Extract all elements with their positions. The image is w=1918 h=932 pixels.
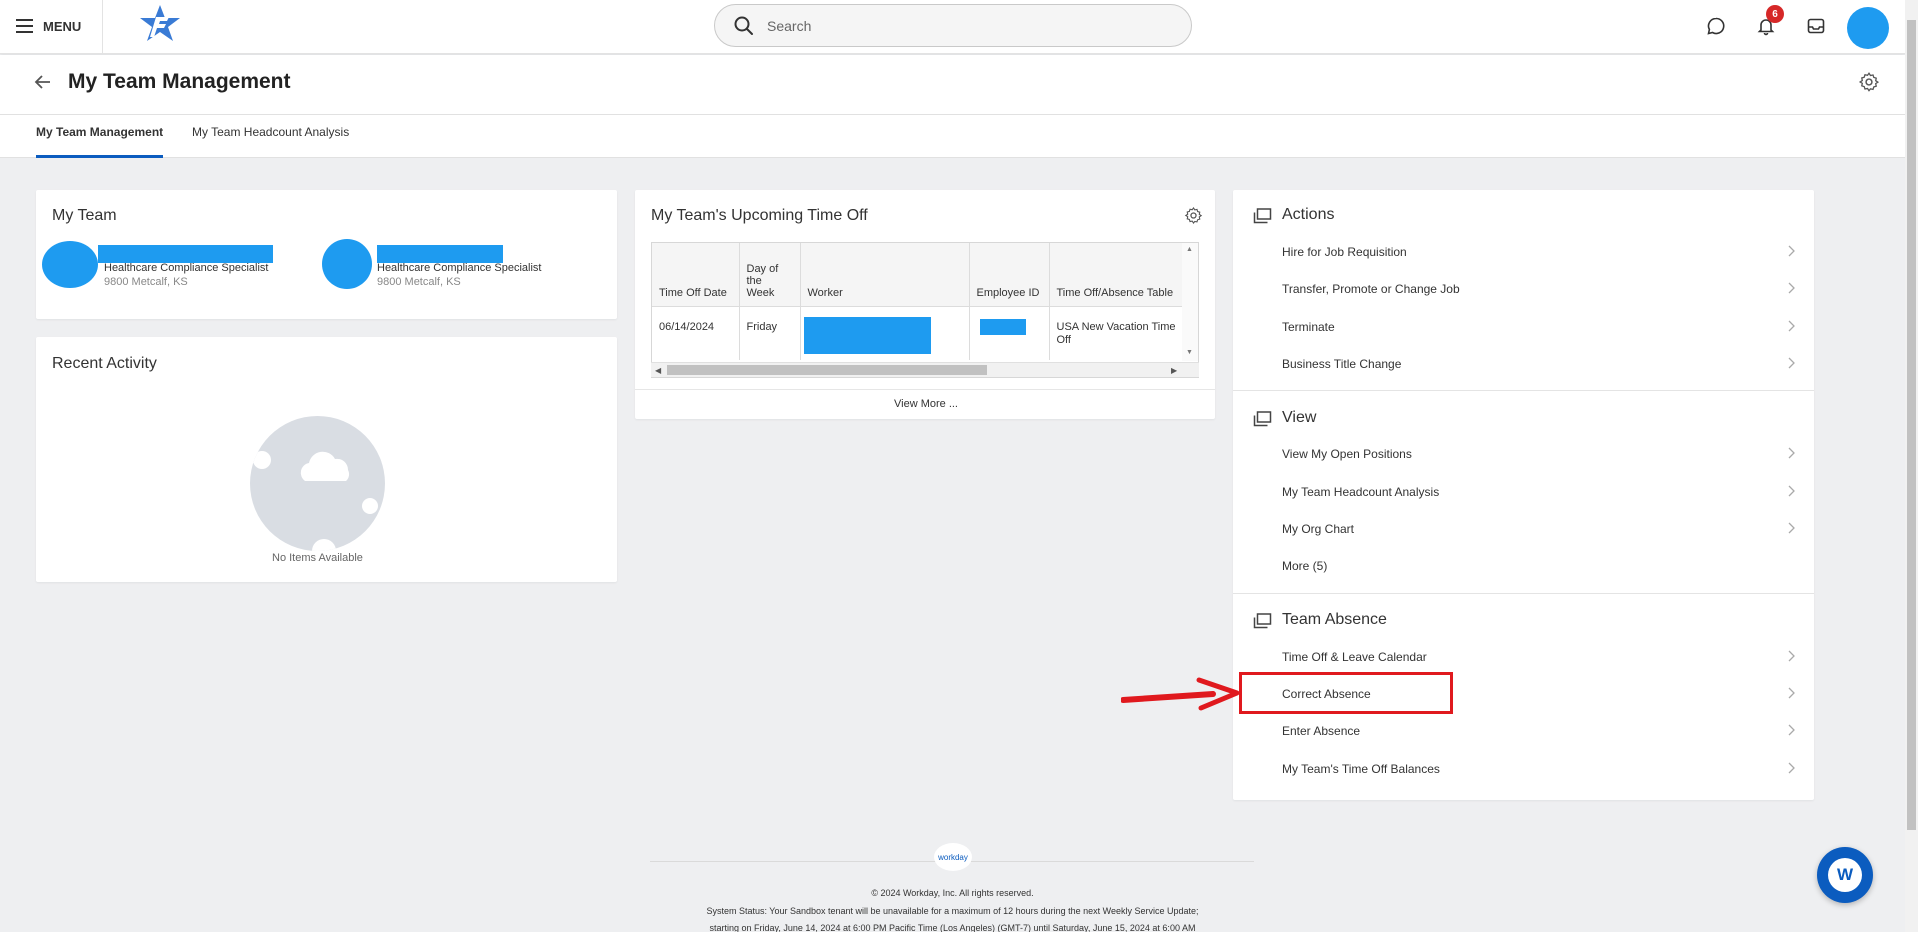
action-label: Transfer, Promote or Change Job (1282, 282, 1460, 296)
chevron-right-icon (1788, 650, 1795, 662)
action-label: More (5) (1282, 559, 1328, 573)
table-row: 06/14/2024 Friday USA New Vacation Time … (652, 306, 1195, 360)
search-input[interactable] (767, 17, 1167, 34)
chevron-right-icon (1788, 724, 1795, 736)
inbox-icon[interactable] (1803, 13, 1829, 39)
chevron-right-icon (1788, 522, 1795, 534)
settings-gear-icon[interactable] (1858, 71, 1880, 93)
more-link[interactable]: More (5) (1282, 554, 1796, 578)
action-label: My Org Chart (1282, 522, 1355, 536)
system-status-text-line2: starting on Friday, June 14, 2024 at 6:0… (709, 923, 1196, 932)
action-label: Business Title Change (1282, 357, 1402, 371)
related-actions-icon (1253, 613, 1272, 629)
action-label: Hire for Job Requisition (1282, 245, 1407, 259)
notification-badge: 6 (1766, 5, 1784, 23)
empty-state-cloud-icon (250, 416, 385, 551)
member-avatar (42, 241, 98, 288)
chevron-right-icon (1788, 320, 1795, 332)
my-team-headcount-analysis-link[interactable]: My Team Headcount Analysis (1282, 480, 1796, 504)
divider (102, 0, 103, 54)
my-team-card: My Team Healthcare Compliance Specialist… (36, 190, 617, 319)
related-actions-icon (1253, 208, 1272, 224)
member-avatar (322, 239, 372, 289)
chat-icon[interactable] (1703, 13, 1729, 39)
search-bar[interactable] (714, 4, 1192, 47)
actions-section-title: Actions (1282, 206, 1335, 223)
chevron-right-icon (1788, 485, 1795, 497)
table-horizontal-scrollbar[interactable]: ◀ ▶ (651, 362, 1199, 377)
menu-button[interactable]: MENU (16, 14, 81, 38)
action-label: Time Off & Leave Calendar (1282, 650, 1427, 664)
empty-state-text: No Items Available (272, 552, 363, 564)
company-logo[interactable] (136, 3, 184, 43)
member-name-redacted (98, 245, 273, 263)
view-more-link[interactable]: View More ... (894, 398, 958, 410)
action-label: Terminate (1282, 320, 1335, 334)
top-bar: MENU 6 (0, 0, 1905, 54)
vertical-scrollbar[interactable] (1905, 0, 1918, 932)
workday-w-icon: W (1828, 858, 1862, 892)
my-teams-time-off-balances-link[interactable]: My Team's Time Off Balances (1282, 757, 1796, 781)
back-arrow-icon[interactable] (32, 71, 54, 93)
chevron-right-icon (1788, 245, 1795, 257)
time-off-leave-calendar-link[interactable]: Time Off & Leave Calendar (1282, 645, 1796, 669)
page-header: My Team Management My Team Management My… (0, 55, 1905, 158)
workday-assistant-button[interactable]: W (1817, 847, 1873, 903)
member-location: 9800 Metcalf, KS (104, 276, 188, 288)
system-status-text: System Status: Your Sandbox tenant will … (706, 906, 1199, 916)
upcoming-time-off-title: My Team's Upcoming Time Off (651, 207, 868, 224)
tab-my-team-headcount-analysis[interactable]: My Team Headcount Analysis (192, 125, 349, 158)
column-header[interactable]: Time Off/Absence Table (1049, 243, 1195, 307)
column-header[interactable]: Day of the Week (739, 243, 801, 307)
chevron-right-icon (1788, 447, 1795, 459)
my-team-title: My Team (52, 207, 117, 224)
search-icon (734, 16, 753, 35)
worker-cell[interactable] (800, 306, 970, 360)
transfer-promote-change-job-link[interactable]: Transfer, Promote or Change Job (1282, 277, 1796, 301)
table-vertical-scrollbar[interactable]: ▲ ▼ (1182, 243, 1198, 361)
action-label: View My Open Positions (1282, 447, 1412, 461)
column-header[interactable]: Time Off Date (652, 243, 740, 307)
time-off-table: Time Off Date Day of the Week Worker Emp… (651, 242, 1199, 378)
time-off-date-cell: 06/14/2024 (652, 306, 740, 360)
my-org-chart-link[interactable]: My Org Chart (1282, 517, 1796, 541)
menu-label: MENU (43, 18, 82, 34)
worker-name-redacted (803, 316, 931, 354)
recent-activity-title: Recent Activity (52, 355, 157, 372)
member-name-redacted (377, 245, 503, 263)
view-section-title: View (1282, 409, 1317, 426)
chevron-right-icon (1788, 357, 1795, 369)
member-role: Healthcare Compliance Specialist (377, 262, 542, 274)
business-title-change-link[interactable]: Business Title Change (1282, 352, 1796, 376)
highlight-box-annotation (1239, 672, 1453, 714)
user-avatar[interactable] (1847, 7, 1889, 49)
member-role: Healthcare Compliance Specialist (104, 262, 269, 274)
action-label: My Team Headcount Analysis (1282, 485, 1440, 499)
view-my-open-positions-link[interactable]: View My Open Positions (1282, 442, 1796, 466)
column-header[interactable]: Employee ID (969, 243, 1050, 307)
related-actions-icon (1253, 411, 1272, 427)
team-absence-section-title: Team Absence (1282, 611, 1387, 628)
action-label: My Team's Time Off Balances (1282, 762, 1440, 776)
absence-table-cell: USA New Vacation Time Off (1049, 306, 1195, 360)
chevron-right-icon (1788, 762, 1795, 774)
action-label: Enter Absence (1282, 724, 1361, 738)
tab-my-team-management[interactable]: My Team Management (36, 125, 164, 158)
hamburger-icon (16, 19, 33, 33)
page-title: My Team Management (68, 70, 291, 93)
employee-id-redacted (979, 318, 1026, 335)
enter-absence-link[interactable]: Enter Absence (1282, 719, 1796, 743)
chevron-right-icon (1788, 282, 1795, 294)
column-header[interactable]: Worker (800, 243, 970, 307)
hire-for-job-requisition-link[interactable]: Hire for Job Requisition (1282, 240, 1796, 264)
member-location: 9800 Metcalf, KS (377, 276, 461, 288)
employee-id-cell (969, 306, 1050, 360)
workday-logo: workday (934, 843, 972, 871)
chevron-right-icon (1788, 687, 1795, 699)
copyright-text: © 2024 Workday, Inc. All rights reserved… (871, 888, 1034, 898)
terminate-link[interactable]: Terminate (1282, 315, 1796, 339)
red-arrow-annotation (1121, 677, 1240, 711)
card-settings-gear-icon[interactable] (1184, 206, 1203, 225)
day-of-week-cell: Friday (739, 306, 801, 360)
